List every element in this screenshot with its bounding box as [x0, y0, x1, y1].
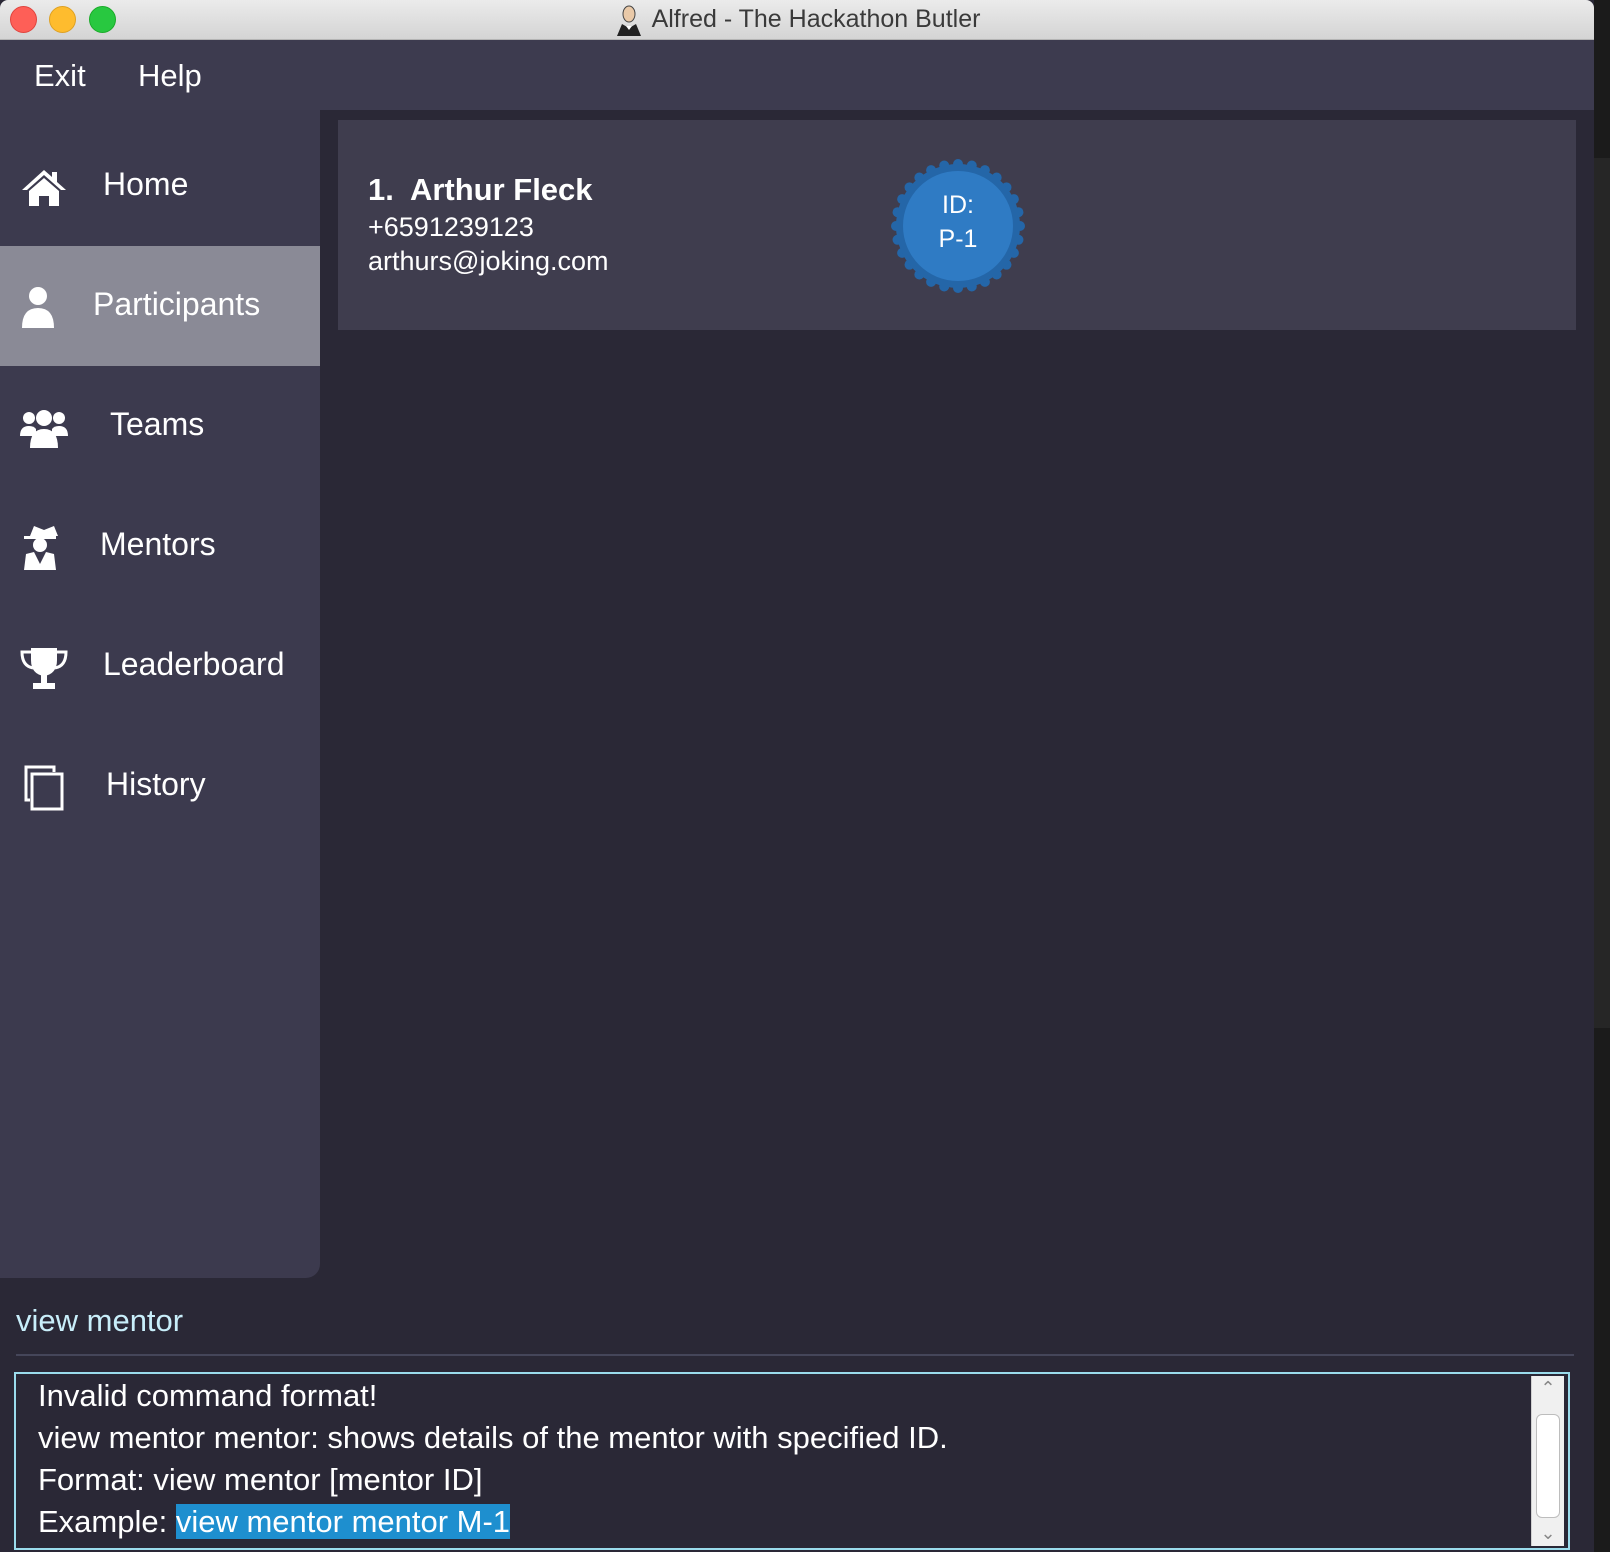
sidebar-item-label: Home [103, 166, 189, 202]
sidebar-item-leaderboard[interactable]: Leaderboard [0, 606, 320, 726]
participant-name-row: 1. Arthur Fleck [368, 172, 593, 208]
result-scrollbar[interactable]: ⌃ ⌄ [1531, 1376, 1564, 1546]
id-value: P-1 [938, 225, 978, 253]
chevron-down-icon[interactable]: ⌄ [1532, 1523, 1564, 1544]
result-example-line: Example: view mentor mentor M-1 [38, 1504, 511, 1540]
menu-bar: Exit Help [0, 40, 1594, 110]
window-title: Alfred - The Hackathon Butler [651, 5, 981, 33]
menu-help[interactable]: Help [138, 58, 202, 94]
result-line: view mentor mentor: shows details of the… [38, 1420, 948, 1455]
command-input[interactable]: view mentor [16, 1300, 1576, 1354]
sidebar-item-label: History [106, 766, 206, 802]
id-badge-text: ID: P-1 [890, 188, 1026, 256]
participant-card[interactable]: 1. Arthur Fleck +6591239123 arthurs@joki… [338, 120, 1576, 330]
command-input-underline [16, 1354, 1574, 1356]
window-title-bar: Alfred - The Hackathon Butler [0, 0, 1594, 40]
trophy-icon [20, 648, 68, 689]
result-display[interactable]: Invalid command format! view mentor ment… [14, 1372, 1570, 1550]
window-edge [1594, 0, 1610, 1552]
sidebar-item-label: Participants [93, 286, 261, 322]
scrollbar-thumb[interactable] [1536, 1414, 1560, 1518]
participant-index: 1. [368, 172, 394, 207]
id-label: ID: [942, 191, 974, 219]
person-icon [22, 287, 54, 328]
window-title-group: Alfred - The Hackathon Butler [0, 0, 1594, 39]
spy-icon [24, 526, 58, 570]
participant-name: Arthur Fleck [409, 172, 593, 207]
butler-app-icon [616, 5, 641, 36]
sidebar-item-home[interactable]: Home [0, 126, 320, 246]
group-icon [20, 410, 68, 448]
home-icon [22, 170, 66, 206]
result-line: Invalid command format! [38, 1378, 378, 1413]
sidebar-item-mentors[interactable]: Mentors [0, 486, 320, 606]
sidebar-item-participants[interactable]: Participants [0, 246, 320, 366]
sidebar-item-teams[interactable]: Teams [0, 366, 320, 486]
participant-phone: +6591239123 [368, 212, 534, 242]
sidebar-item-label: Teams [110, 406, 205, 442]
example-highlight: view mentor mentor M-1 [175, 1504, 511, 1539]
menu-exit[interactable]: Exit [34, 58, 86, 94]
chevron-up-icon[interactable]: ⌃ [1532, 1378, 1564, 1399]
sidebar-item-history[interactable]: History [0, 726, 320, 846]
sidebar: Home Participants Teams Mentors Leaderbo… [0, 110, 320, 1278]
sidebar-item-label: Leaderboard [103, 646, 285, 682]
example-prefix: Example: [38, 1504, 176, 1539]
result-line: Format: view mentor [mentor ID] [38, 1462, 483, 1497]
participant-email: arthurs@joking.com [368, 246, 609, 276]
copy-icon [24, 765, 64, 811]
sidebar-item-label: Mentors [100, 526, 216, 562]
